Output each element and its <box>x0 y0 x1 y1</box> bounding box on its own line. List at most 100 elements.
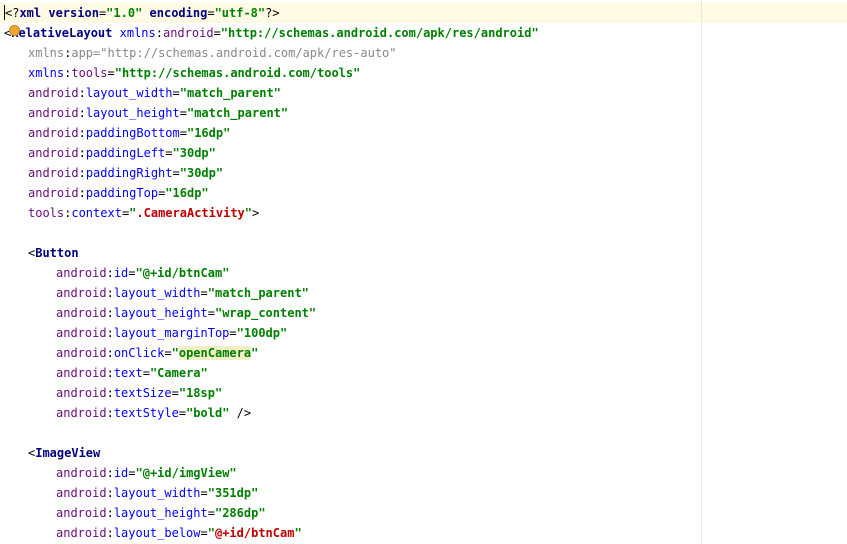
code-token: .CameraActivity <box>136 206 245 220</box>
code-token: id <box>113 466 129 480</box>
code-token: = <box>142 366 150 380</box>
code-line[interactable]: android:paddingRight="30dp" <box>0 163 539 183</box>
code-line[interactable]: xmlns:app="http://schemas.android.com/ap… <box>0 43 539 63</box>
code-line[interactable]: android:layout_below="@+id/btnCam" <box>0 523 539 543</box>
code-token: android <box>28 146 79 160</box>
code-line[interactable]: xmlns:tools="http://schemas.android.com/… <box>0 63 539 83</box>
code-line[interactable]: android:layout_width="351dp" <box>0 483 539 503</box>
code-token: "match_parent" <box>207 286 309 300</box>
code-token: "30dp" <box>172 146 216 160</box>
code-token: : <box>78 86 86 100</box>
code-token: "16dp" <box>165 186 209 200</box>
code-token: android <box>56 466 107 480</box>
code-token: android <box>56 386 107 400</box>
code-token: paddingBottom <box>85 126 180 140</box>
code-line[interactable] <box>0 223 539 243</box>
code-token: : <box>155 26 163 40</box>
code-line[interactable]: android:layout_width="match_parent" <box>0 283 539 303</box>
code-line[interactable]: android:textSize="18sp" <box>0 383 539 403</box>
code-line[interactable]: tools:context=".CameraActivity"> <box>0 203 539 223</box>
code-line[interactable]: android:onClick="openCamera" <box>0 343 539 363</box>
code-token: "@+id/btnCam" <box>135 266 230 280</box>
code-line[interactable]: android:text="Camera" <box>0 363 539 383</box>
code-line[interactable]: <Button <box>0 243 539 263</box>
code-token: Button <box>35 246 79 260</box>
code-token: paddingTop <box>85 186 159 200</box>
code-token: " <box>294 526 302 540</box>
code-line[interactable]: <ImageView <box>0 443 539 463</box>
code-line[interactable]: android:paddingBottom="16dp" <box>0 123 539 143</box>
code-token: textSize <box>113 386 172 400</box>
code-token: = <box>200 486 208 500</box>
code-token: : <box>106 326 114 340</box>
code-token: "match_parent" <box>179 86 281 100</box>
code-token: = <box>229 326 237 340</box>
code-token: : <box>106 526 114 540</box>
code-token: = <box>178 406 187 420</box>
code-token: : <box>106 286 114 300</box>
code-token: RelativeLayout <box>11 26 113 40</box>
code-token: android <box>56 526 107 540</box>
code-token: android <box>56 346 107 360</box>
code-token: = <box>207 306 215 320</box>
code-token: "match_parent" <box>186 106 289 120</box>
code-token: = <box>171 386 179 400</box>
code-token: : <box>106 366 114 380</box>
code-token: "utf-8" <box>214 6 266 20</box>
code-line[interactable]: android:id="@+id/btnCam" <box>0 263 539 283</box>
code-token: layout_height <box>113 506 208 520</box>
code-editor[interactable]: <?xml version="1.0" encoding="utf-8"?> <R… <box>0 0 847 544</box>
code-token: = <box>128 466 136 480</box>
code-line[interactable]: android:layout_width="match_parent" <box>0 83 539 103</box>
code-line[interactable]: <RelativeLayout xmlns:android="http://sc… <box>0 23 539 43</box>
code-token: context <box>71 206 122 220</box>
code-token: text <box>113 366 143 380</box>
code-area[interactable]: <?xml version="1.0" encoding="utf-8"?> <R… <box>0 3 539 543</box>
code-token: = <box>172 86 180 100</box>
code-token: layout_width <box>85 86 173 100</box>
code-token: = <box>164 346 172 360</box>
code-token: android <box>56 486 107 500</box>
code-line[interactable]: android:layout_height="286dp" <box>0 503 539 523</box>
code-line[interactable]: android:layout_height="wrap_content" <box>0 303 539 323</box>
intention-bulb-icon[interactable] <box>9 25 20 36</box>
code-token: xmlns <box>119 26 156 40</box>
code-token: " <box>207 526 215 540</box>
code-token: : <box>78 106 86 120</box>
code-token: "1.0" <box>106 6 143 20</box>
code-token: : <box>78 126 86 140</box>
code-line[interactable]: android:paddingLeft="30dp" <box>0 143 539 163</box>
code-token: " <box>251 346 259 360</box>
code-token: android <box>28 166 79 180</box>
code-line[interactable]: android:id="@+id/imgView" <box>0 463 539 483</box>
code-token: : <box>78 166 86 180</box>
code-token: android <box>28 106 79 120</box>
code-line[interactable]: android:paddingTop="16dp" <box>0 183 539 203</box>
code-token: "30dp" <box>179 166 224 180</box>
code-token: @+id/btnCam <box>214 526 295 540</box>
code-token: tools <box>71 66 108 80</box>
code-token: : <box>106 386 114 400</box>
code-token: layout_below <box>113 526 201 540</box>
code-line[interactable] <box>0 423 539 443</box>
code-token: onClick <box>113 346 165 360</box>
code-line[interactable]: android:layout_height="match_parent" <box>0 103 539 123</box>
code-token: android <box>56 326 107 340</box>
code-token: = <box>128 266 136 280</box>
code-token: > <box>252 206 260 220</box>
code-token: layout_height <box>113 306 208 320</box>
code-token: = <box>207 506 215 520</box>
code-line[interactable]: android:layout_marginTop="100dp" <box>0 323 539 343</box>
code-token: = <box>200 526 208 540</box>
code-token: : <box>106 266 114 280</box>
code-token: : <box>106 506 114 520</box>
right-margin-guide <box>701 0 702 544</box>
code-line[interactable]: android:textStyle="bold" /> <box>0 403 539 423</box>
code-token: "286dp" <box>214 506 266 520</box>
code-token: layout_width <box>113 486 201 500</box>
code-token: "100dp" <box>236 326 288 340</box>
code-line[interactable]: <?xml version="1.0" encoding="utf-8"?> <box>0 3 539 23</box>
code-token: android <box>28 186 79 200</box>
code-token: "Camera" <box>149 366 208 380</box>
